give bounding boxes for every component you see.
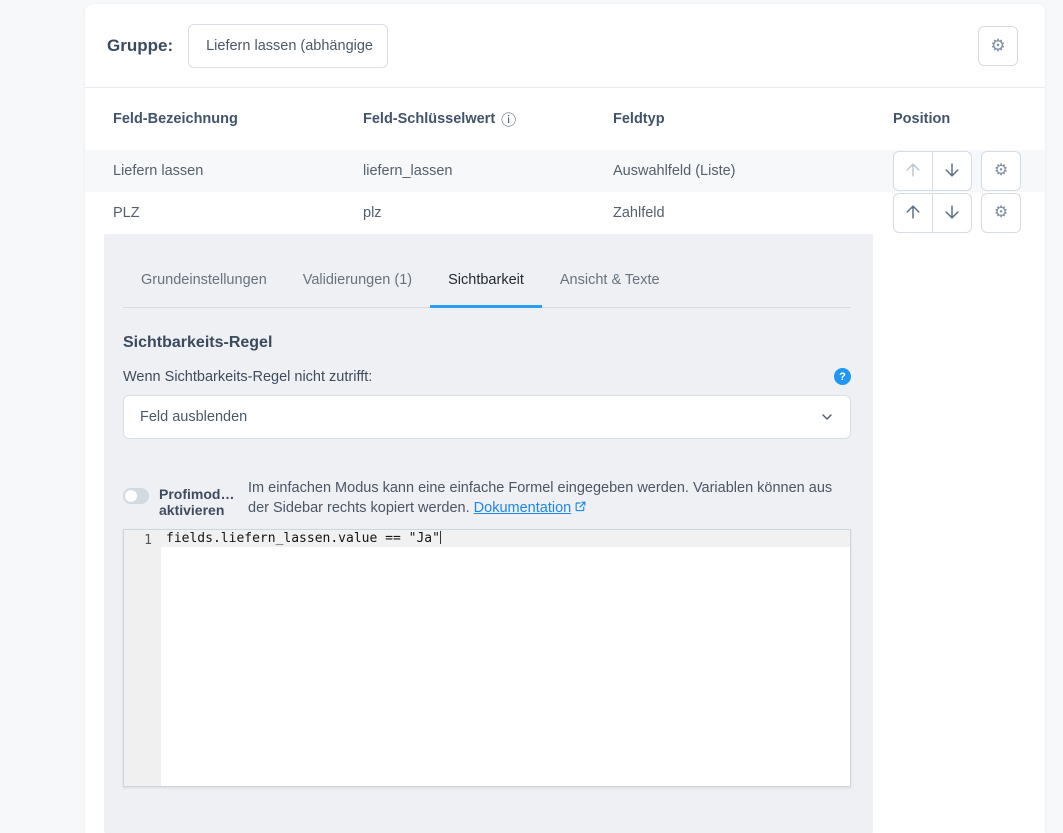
row-settings-button[interactable]: ⚙ xyxy=(981,151,1021,191)
documentation-link[interactable]: Dokumentation xyxy=(474,500,572,516)
arrow-down-icon xyxy=(942,160,962,183)
pro-mode-toggle[interactable] xyxy=(123,488,149,504)
cell-key: liefern_lassen xyxy=(363,163,613,179)
column-header-key: Feld-Schlüsselwert ⓘ xyxy=(363,109,613,130)
cell-type: Zahlfeld xyxy=(613,205,893,221)
select-value: Feld ausblenden xyxy=(140,409,247,425)
pro-mode-label-line2: aktivieren xyxy=(159,502,239,518)
gear-icon: ⚙ xyxy=(994,205,1008,221)
row-settings-button[interactable]: ⚙ xyxy=(981,193,1021,233)
gear-icon: ⚙ xyxy=(994,163,1008,179)
condition-row: Wenn Sichtbarkeits-Regel nicht zutrifft:… xyxy=(123,368,851,385)
text-cursor xyxy=(440,531,441,544)
move-button-group xyxy=(893,151,972,191)
pro-mode-description: Im einfachen Modus kann eine einfache Fo… xyxy=(248,478,851,519)
chevron-down-icon xyxy=(819,409,835,425)
arrow-down-icon xyxy=(942,202,962,225)
settings-tabs: Grundeinstellungen Validierungen (1) Sic… xyxy=(123,270,851,308)
cell-label: Liefern lassen xyxy=(113,163,363,179)
group-label: Gruppe: xyxy=(107,36,173,56)
formula-editor[interactable]: 1 fields.liefern_lassen.value == "Ja" xyxy=(123,529,851,787)
line-number: 1 xyxy=(124,532,152,549)
condition-label: Wenn Sichtbarkeits-Regel nicht zutrifft: xyxy=(123,369,372,385)
group-settings-button[interactable]: ⚙ xyxy=(978,26,1018,66)
arrow-up-icon xyxy=(903,202,923,225)
cell-type: Auswahlfeld (Liste) xyxy=(613,163,893,179)
pro-mode-label-line1: Profimod… xyxy=(159,486,239,502)
table-row-plz[interactable]: PLZ plz Zahlfeld ⚙ xyxy=(85,192,1045,234)
tab-validierungen[interactable]: Validierungen (1) xyxy=(285,270,430,307)
column-header-position: Position xyxy=(893,111,1022,127)
tab-sichtbarkeit[interactable]: Sichtbarkeit xyxy=(430,270,542,307)
fallback-behavior-select[interactable]: Feld ausblenden xyxy=(123,395,851,439)
toggle-knob xyxy=(125,490,137,502)
cell-key: plz xyxy=(363,205,613,221)
move-up-button[interactable] xyxy=(893,151,933,191)
move-up-button[interactable] xyxy=(893,193,933,233)
field-group-card: Gruppe: Liefern lassen (abhängige ⚙ Feld… xyxy=(85,4,1045,833)
code-line: fields.liefern_lassen.value == "Ja" xyxy=(161,530,850,547)
field-settings-panel: Grundeinstellungen Validierungen (1) Sic… xyxy=(104,234,873,833)
move-button-group xyxy=(893,193,972,233)
table-row-liefern-lassen[interactable]: Liefern lassen liefern_lassen Auswahlfel… xyxy=(85,150,1045,192)
tab-ansicht-texte[interactable]: Ansicht & Texte xyxy=(542,270,678,307)
move-down-button[interactable] xyxy=(932,151,972,191)
fields-table-header: Feld-Bezeichnung Feld-Schlüsselwert ⓘ Fe… xyxy=(85,88,1045,150)
pro-mode-row: Profimod… aktivieren Im einfachen Modus … xyxy=(123,478,851,519)
editor-code-area[interactable]: fields.liefern_lassen.value == "Ja" xyxy=(161,530,850,786)
column-header-key-text: Feld-Schlüsselwert xyxy=(363,111,495,127)
help-icon[interactable]: ? xyxy=(834,368,851,385)
section-title: Sichtbarkeits-Regel xyxy=(123,334,851,352)
group-select-value: Liefern lassen (abhängige xyxy=(206,38,373,54)
code-text: fields.liefern_lassen.value == "Ja" xyxy=(166,531,440,546)
column-header-label: Feld-Bezeichnung xyxy=(113,111,363,127)
group-select[interactable]: Liefern lassen (abhängige xyxy=(188,24,388,68)
external-link-icon xyxy=(574,499,587,519)
pro-mode-label: Profimod… aktivieren xyxy=(159,486,239,518)
cell-position: ⚙ xyxy=(893,151,1022,191)
move-down-button[interactable] xyxy=(932,193,972,233)
card-header: Gruppe: Liefern lassen (abhängige ⚙ xyxy=(85,4,1045,88)
info-icon[interactable]: ⓘ xyxy=(501,109,516,130)
editor-gutter: 1 xyxy=(124,530,161,786)
column-header-type: Feldtyp xyxy=(613,111,893,127)
gear-icon: ⚙ xyxy=(990,37,1005,54)
panel-body: Sichtbarkeits-Regel Wenn Sichtbarkeits-R… xyxy=(104,334,873,787)
arrow-up-icon xyxy=(903,160,923,183)
cell-label: PLZ xyxy=(113,205,363,221)
tab-grundeinstellungen[interactable]: Grundeinstellungen xyxy=(123,270,285,307)
cell-position: ⚙ xyxy=(893,193,1022,233)
